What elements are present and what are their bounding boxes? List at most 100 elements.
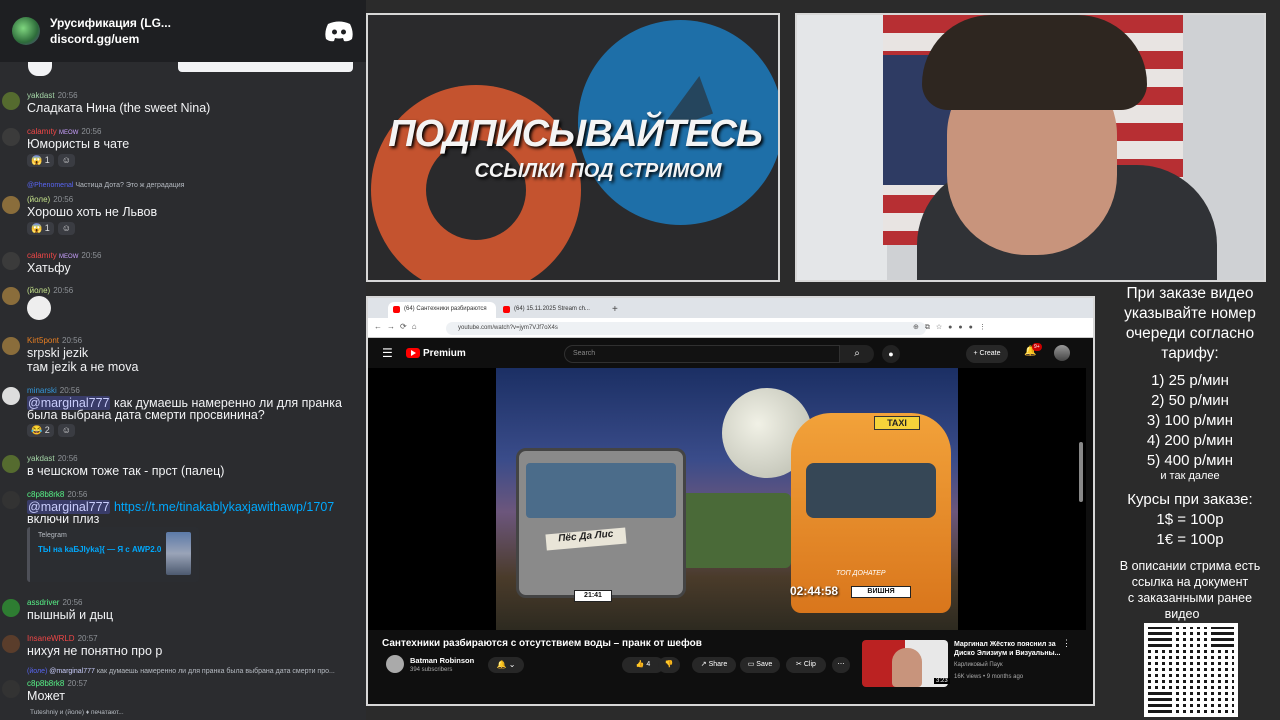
username[interactable]: calamıty bbox=[27, 251, 57, 260]
thumbs-up-icon: 👍 bbox=[635, 661, 645, 668]
embed-site: Telegram bbox=[38, 532, 67, 539]
username[interactable]: (йоле) bbox=[27, 195, 50, 204]
avatar bbox=[2, 599, 20, 617]
clip-button[interactable]: ✂ Clip bbox=[786, 657, 826, 673]
username[interactable]: calamıty bbox=[27, 127, 57, 136]
message-text: включи плиз bbox=[27, 512, 100, 526]
subscriber-count: 394 subscribers bbox=[410, 667, 453, 673]
video-frame: Пёс Да Лис 21:41 TAXI ВИШНЯ 02:44:58 ТОП… bbox=[496, 368, 958, 630]
create-button[interactable]: + Create bbox=[966, 345, 1008, 363]
timestamp: 20:56 bbox=[62, 336, 83, 345]
username[interactable]: c8p8b8rk8 bbox=[27, 490, 64, 499]
more-actions-icon[interactable]: ⋯ bbox=[832, 657, 850, 673]
channel-avatar[interactable] bbox=[386, 655, 404, 673]
role-badge: MEOW bbox=[59, 130, 79, 136]
subscribe-banner: ПОДПИСЫВАЙТЕСЬ ССЫЛКИ ПОД СТРИМОМ bbox=[366, 13, 780, 282]
share-button[interactable]: ↗ Share bbox=[692, 657, 736, 673]
browser-tab[interactable]: (64) Сантехники разбираются bbox=[388, 302, 496, 318]
url-field[interactable]: youtube.com/watch?v=jym7VJf7oX4s bbox=[446, 322, 926, 335]
avatar bbox=[2, 455, 20, 473]
channel-name[interactable]: Batman Robinson bbox=[410, 656, 474, 665]
tariff-line: 5) 400 р/мин bbox=[1146, 452, 1234, 469]
top-donater-label: ТОП ДОНАТЕР bbox=[836, 570, 886, 577]
username[interactable]: yakdast bbox=[27, 454, 55, 463]
youtube-logo-icon[interactable] bbox=[406, 348, 420, 358]
username[interactable]: minarski bbox=[27, 386, 57, 395]
server-header: Урусификация (LG... discord.gg/uem bbox=[0, 0, 366, 62]
avatar bbox=[2, 337, 20, 355]
reactions[interactable]: 😱 1 ☺ bbox=[27, 222, 75, 235]
timestamp: 20:56 bbox=[62, 598, 83, 607]
recommended-meta: 16K views • 9 months ago bbox=[954, 674, 1024, 680]
reaction-count: 1 bbox=[44, 223, 50, 233]
truck-window bbox=[526, 463, 676, 518]
timestamp: 20:56 bbox=[81, 127, 102, 136]
timestamp: 20:56 bbox=[57, 454, 78, 463]
message-text: пышный и дыц bbox=[27, 608, 114, 622]
tab-bar: (64) Сантехники разбираются (64) 15.11.2… bbox=[368, 298, 1093, 318]
username[interactable]: c8p8b8rk8 bbox=[27, 679, 64, 688]
info-line: При заказе видео bbox=[1126, 285, 1254, 302]
reply-text: как думаешь намеренно ли для пранка была… bbox=[94, 668, 335, 675]
share-icon: ↗ bbox=[700, 661, 707, 668]
embed-title[interactable]: ТЫ на kaБJIyka]{ — Я с AWP2.0 bbox=[38, 545, 161, 554]
reactions[interactable]: 😂 2 ☺ bbox=[27, 424, 75, 437]
message-text: Хатьфу bbox=[27, 261, 71, 275]
scissors-icon: ✂ bbox=[796, 661, 802, 668]
subscription-bell-button[interactable]: 🔔 ⌄ bbox=[488, 657, 524, 673]
message-text: Хорошо хоть не Львов bbox=[27, 205, 158, 219]
truck-plate: 21:41 bbox=[574, 590, 612, 602]
reply-user: (йоле) bbox=[27, 668, 48, 675]
add-reaction-icon[interactable]: ☺ bbox=[57, 222, 75, 235]
tab-label: (64) Сантехники разбираются bbox=[404, 306, 487, 312]
tariff-line: 1) 25 р/мин bbox=[1151, 372, 1229, 389]
page-scrollbar[interactable] bbox=[1079, 442, 1083, 502]
reply-preview[interactable]: @Phenomenal Частица Дота? Это ж деградац… bbox=[27, 182, 184, 189]
add-reaction-icon[interactable]: ☺ bbox=[57, 154, 75, 167]
reactions[interactable]: 😱 1 ☺ bbox=[27, 154, 75, 167]
tariff-line: 3) 100 р/мин bbox=[1146, 412, 1234, 429]
reply-mention: @marginal777 bbox=[49, 668, 95, 675]
message-text: Может bbox=[27, 689, 65, 703]
tab-label: (64) 15.11.2025 Stream ch... bbox=[514, 306, 590, 312]
menu-icon[interactable]: ☰ bbox=[382, 347, 393, 359]
search-icon[interactable]: ⌕ bbox=[840, 345, 874, 363]
more-vert-icon[interactable]: ⋮ bbox=[1062, 638, 1071, 649]
save-label: Save bbox=[756, 661, 773, 668]
emoji-icon: 😱 bbox=[31, 223, 43, 233]
server-invite-link[interactable]: discord.gg/uem bbox=[50, 31, 324, 47]
rate-line: 1€ = 100р bbox=[1156, 531, 1224, 548]
recommended-title[interactable]: Маргинал Жёстко пояснил за Диско Элизиум… bbox=[954, 640, 1064, 658]
message-text: Сладката Нина (the sweet Nina) bbox=[27, 101, 211, 115]
browser-tab[interactable]: (64) 15.11.2025 Stream ch... bbox=[498, 302, 606, 318]
username[interactable]: yakdast bbox=[27, 91, 55, 100]
username[interactable]: Kirt5pont bbox=[27, 336, 59, 345]
message-link[interactable]: https://t.me/tinakablykaxjawithawp/1707 bbox=[114, 500, 334, 514]
embed-image-fragment bbox=[178, 62, 353, 72]
dislike-icon[interactable]: 👎 bbox=[658, 657, 680, 673]
server-icon bbox=[12, 17, 40, 45]
mic-icon[interactable]: ● bbox=[882, 345, 900, 363]
link-embed[interactable]: Telegram ТЫ на kaБJIyka]{ — Я с AWP2.0 bbox=[27, 527, 199, 582]
extension-icons[interactable]: ⊕⧉☆●●●⋮ bbox=[913, 323, 992, 332]
nav-buttons[interactable]: ←→⟳⌂ bbox=[374, 322, 422, 331]
youtube-premium-label[interactable]: Premium bbox=[423, 348, 466, 359]
van-plate: ВИШНЯ bbox=[851, 586, 911, 598]
message-text: Юмористы в чате bbox=[27, 137, 130, 151]
username[interactable]: (йоле) bbox=[27, 286, 50, 295]
reply-preview[interactable]: (йоле) @marginal777 как думаешь намеренн… bbox=[27, 668, 335, 675]
add-reaction-icon[interactable]: ☺ bbox=[57, 424, 75, 437]
rates-heading: Курсы при заказе: bbox=[1127, 491, 1253, 508]
new-tab-icon[interactable]: + bbox=[608, 302, 618, 318]
username[interactable]: InsaneWRLD bbox=[27, 634, 75, 643]
timestamp: 20:56 bbox=[67, 490, 88, 499]
avatar bbox=[2, 128, 20, 146]
jeep-image bbox=[681, 493, 791, 568]
video-player[interactable]: Пёс Да Лис 21:41 TAXI ВИШНЯ 02:44:58 ТОП… bbox=[368, 368, 1086, 630]
account-avatar[interactable] bbox=[1054, 345, 1070, 361]
recommended-channel[interactable]: Карликовый Паук bbox=[954, 662, 1003, 668]
search-input[interactable]: Search bbox=[564, 345, 840, 363]
username[interactable]: assdriver bbox=[27, 598, 59, 607]
avatar bbox=[2, 387, 20, 405]
save-button[interactable]: ▭ Save bbox=[740, 657, 780, 673]
